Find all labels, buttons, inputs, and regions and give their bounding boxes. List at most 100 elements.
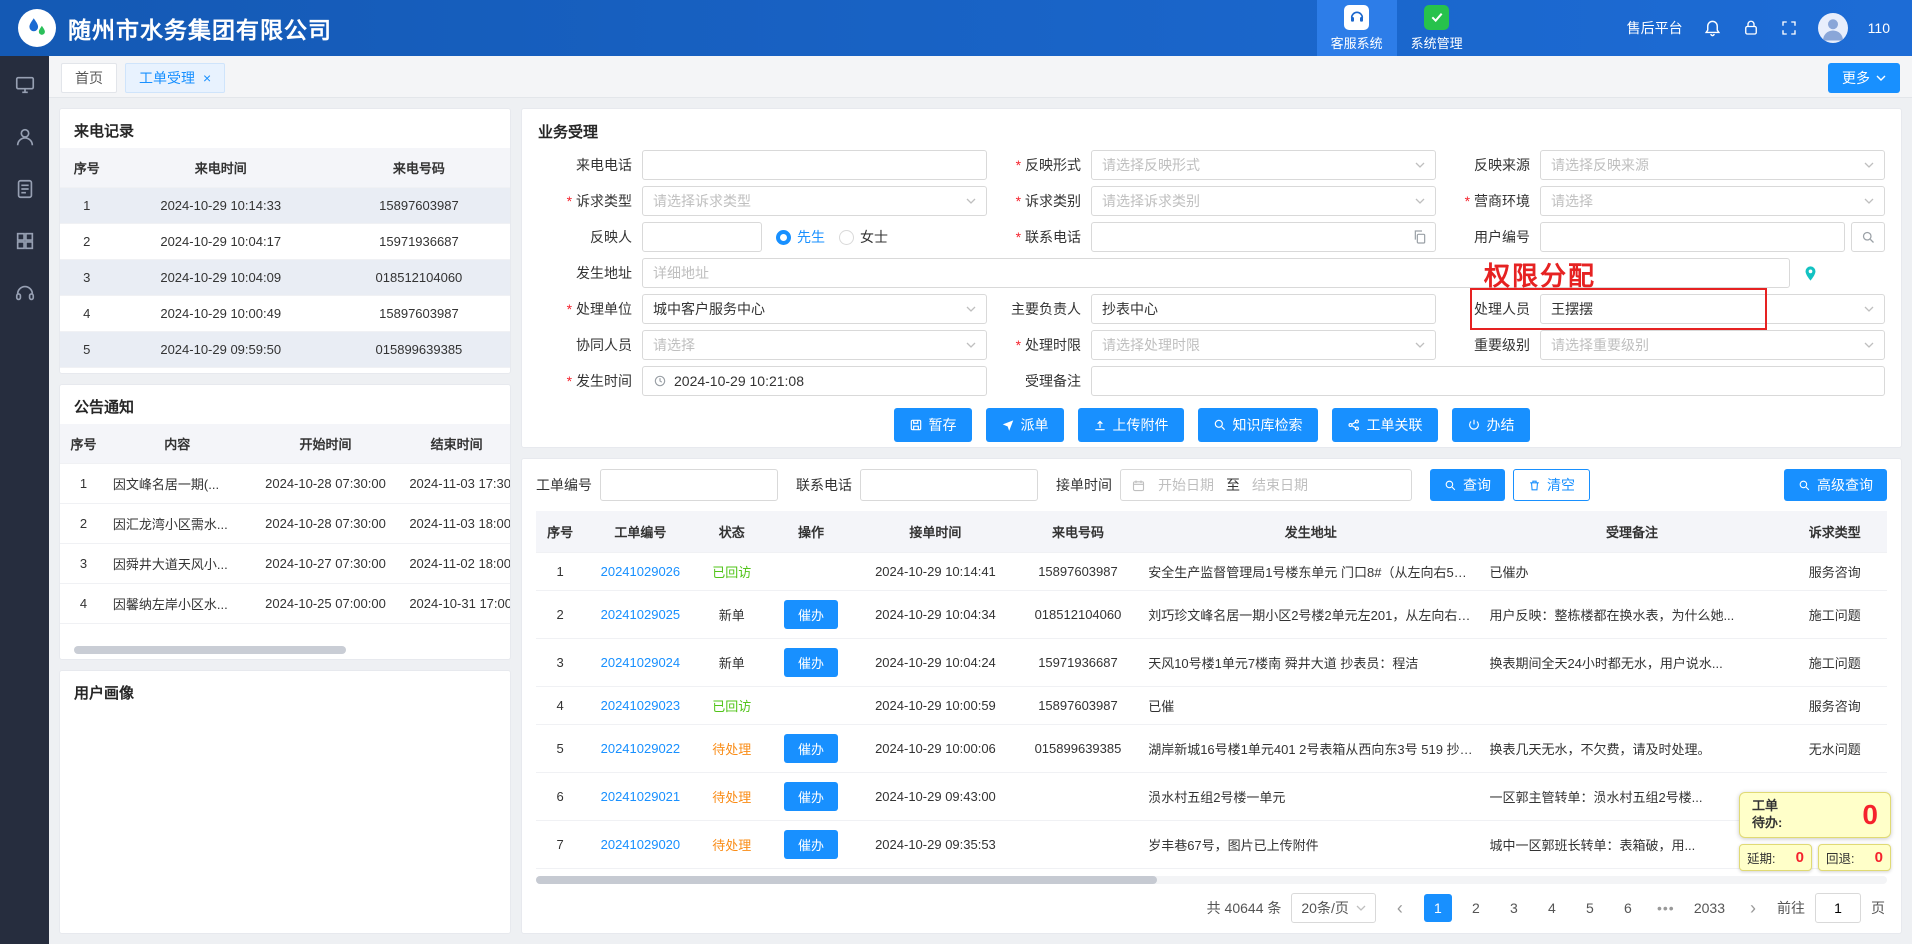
pagination-ellipsis[interactable]: ••• <box>1652 894 1680 922</box>
deadline-select[interactable]: 请选择处理时限 <box>1091 330 1436 360</box>
handler-select[interactable]: 王摆摆 <box>1540 294 1885 324</box>
tab-home[interactable]: 首页 <box>61 63 117 93</box>
save-icon <box>909 418 923 432</box>
sidebar-headset-icon[interactable] <box>14 282 36 304</box>
panel-title: 公告通知 <box>60 385 510 424</box>
sidebar-monitor-icon[interactable] <box>14 74 36 96</box>
phone-filter-input[interactable] <box>860 469 1038 501</box>
page-button[interactable]: 1 <box>1424 894 1452 922</box>
dispatch-button[interactable]: 派单 <box>986 408 1064 442</box>
date-range-picker[interactable]: 开始日期 至 结束日期 <box>1120 469 1412 501</box>
order-number-link[interactable]: 20241029026 <box>601 564 681 579</box>
page-button[interactable]: 2 <box>1462 894 1490 922</box>
page-button-last[interactable]: 2033 <box>1690 894 1729 922</box>
call-record-row[interactable]: 1 2024-10-29 10:14:33 15897603987 <box>60 188 510 224</box>
nav-customer-service-label: 客服系统 <box>1331 33 1383 52</box>
close-icon[interactable]: × <box>203 71 211 85</box>
field-importance: 重要级别 请选择重要级别 <box>1436 330 1885 360</box>
reflect-source-select[interactable]: 请选择反映来源 <box>1540 150 1885 180</box>
clear-button[interactable]: 清空 <box>1513 469 1590 501</box>
order-number-link[interactable]: 20241029024 <box>601 655 681 670</box>
avatar[interactable] <box>1818 13 1848 43</box>
goto-page-input[interactable] <box>1815 893 1861 923</box>
notice-row[interactable]: 2 因汇龙湾小区需水... 2024-10-28 07:30:00 2024-1… <box>60 504 510 544</box>
search-button[interactable]: 查询 <box>1430 469 1505 501</box>
status-badge: 待处理 <box>697 821 767 869</box>
horizontal-scrollbar[interactable] <box>536 876 1157 884</box>
call-record-row[interactable]: 2 2024-10-29 10:04:17 15971936687 <box>60 224 510 260</box>
radio-female[interactable]: 女士 <box>839 227 888 247</box>
knowledge-search-button[interactable]: 知识库检索 <box>1198 408 1318 442</box>
bell-icon[interactable] <box>1703 19 1722 38</box>
notice-row[interactable]: 4 因馨纳左岸小区水... 2024-10-25 07:00:00 2024-1… <box>60 584 510 624</box>
call-record-row[interactable]: 5 2024-10-29 09:59:50 015899639385 <box>60 332 510 368</box>
remark-input[interactable] <box>1091 366 1885 396</box>
order-number-link[interactable]: 20241029022 <box>601 741 681 756</box>
call-phone-input[interactable] <box>642 150 987 180</box>
nav-system-management[interactable]: 系统管理 <box>1397 0 1477 56</box>
page-button[interactable]: 5 <box>1576 894 1604 922</box>
tab-work-order[interactable]: 工单受理 × <box>125 63 225 93</box>
horizontal-scrollbar[interactable] <box>74 646 346 654</box>
page-button[interactable]: 6 <box>1614 894 1642 922</box>
order-number-link[interactable]: 20241029023 <box>601 698 681 713</box>
urge-button[interactable]: 催办 <box>784 734 838 763</box>
sidebar-document-icon[interactable] <box>14 178 36 200</box>
contact-phone-input[interactable] <box>1091 222 1436 252</box>
main-leader-input[interactable]: 抄表中心 <box>1091 294 1436 324</box>
reflect-form-select[interactable]: 请选择反映形式 <box>1091 150 1436 180</box>
sidebar <box>0 56 49 944</box>
user-no-input[interactable] <box>1540 222 1845 252</box>
business-env-select[interactable]: 请选择 <box>1540 186 1885 216</box>
address-input[interactable] <box>642 258 1790 288</box>
call-records-panel: 来电记录 序号 来电时间 来电号码 1 2024-10-29 10:14:33 <box>59 108 511 374</box>
prev-page-button[interactable]: ‹ <box>1386 894 1414 922</box>
urge-button[interactable]: 催办 <box>784 648 838 677</box>
status-badge: 已回访 <box>697 869 767 874</box>
order-number-link[interactable]: 20241029020 <box>601 837 681 852</box>
call-record-row[interactable]: 4 2024-10-29 10:00:49 15897603987 <box>60 296 510 332</box>
page-button[interactable]: 3 <box>1500 894 1528 922</box>
order-number-link[interactable]: 20241029021 <box>601 789 681 804</box>
appeal-type-select[interactable]: 请选择诉求类型 <box>642 186 987 216</box>
order-number-link[interactable]: 20241029025 <box>601 607 681 622</box>
sidebar-user-icon[interactable] <box>14 126 36 148</box>
occur-time-picker[interactable]: 2024-10-29 10:21:08 <box>642 366 987 396</box>
handle-unit-select[interactable]: 城中客户服务中心 <box>642 294 987 324</box>
field-address: 发生地址 <box>538 258 1885 288</box>
urge-button[interactable]: 催办 <box>784 830 838 859</box>
copy-icon[interactable] <box>1412 229 1428 245</box>
location-pin-icon[interactable] <box>1802 265 1819 282</box>
field-call-phone: 来电电话 <box>538 150 987 180</box>
trash-icon <box>1528 479 1541 492</box>
finish-button[interactable]: 办结 <box>1452 408 1530 442</box>
co-worker-select[interactable]: 请选择 <box>642 330 987 360</box>
page-size-select[interactable]: 20条/页 <box>1291 893 1375 923</box>
call-record-row[interactable]: 3 2024-10-29 10:04:09 018512104060 <box>60 260 510 296</box>
importance-select[interactable]: 请选择重要级别 <box>1540 330 1885 360</box>
nav-customer-service[interactable]: 客服系统 <box>1317 0 1397 56</box>
search-icon[interactable] <box>1851 222 1885 252</box>
aftersale-platform-link[interactable]: 售后平台 <box>1627 18 1683 38</box>
order-relate-button[interactable]: 工单关联 <box>1332 408 1438 442</box>
upload-attachment-button[interactable]: 上传附件 <box>1078 408 1184 442</box>
next-page-button[interactable]: › <box>1739 894 1767 922</box>
urge-button[interactable]: 催办 <box>784 600 838 629</box>
lock-icon[interactable] <box>1742 19 1760 37</box>
notices-panel: 公告通知 序号 内容 开始时间 结束时间 1 因文峰名居一期(... <box>59 384 511 660</box>
save-draft-button[interactable]: 暂存 <box>894 408 972 442</box>
notice-row[interactable]: 3 因舜井大道天风小... 2024-10-27 07:30:00 2024-1… <box>60 544 510 584</box>
reporter-input[interactable] <box>642 222 762 252</box>
advanced-search-button[interactable]: 高级查询 <box>1784 469 1887 501</box>
appeal-category-select[interactable]: 请选择诉求类别 <box>1091 186 1436 216</box>
urge-button[interactable]: 催办 <box>784 782 838 811</box>
more-button[interactable]: 更多 <box>1828 63 1900 93</box>
main-content: 首页 工单受理 × 更多 来电记录 序号 来 <box>49 56 1912 944</box>
fullscreen-icon[interactable] <box>1780 19 1798 37</box>
radio-male[interactable]: 先生 <box>776 227 825 247</box>
order-no-filter-input[interactable] <box>600 469 778 501</box>
page-button[interactable]: 4 <box>1538 894 1566 922</box>
todo-badge[interactable]: 工单 待办: 0 延期:0 回退:0 <box>1739 792 1891 871</box>
notice-row[interactable]: 1 因文峰名居一期(... 2024-10-28 07:30:00 2024-1… <box>60 464 510 504</box>
sidebar-apps-grid-icon[interactable] <box>14 230 36 252</box>
